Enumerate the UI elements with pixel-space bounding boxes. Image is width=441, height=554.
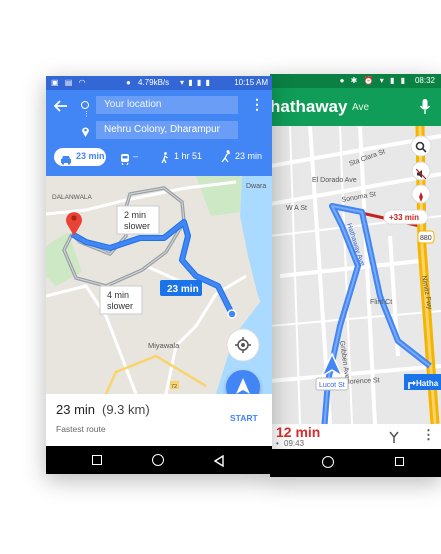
route-duration: 23 min — [56, 402, 96, 417]
directions-map[interactable]: DALANWALA Dwara Miyawala 72 2 min slower… — [46, 176, 272, 394]
eta-duration: 12 min — [276, 424, 321, 440]
back-arrow-icon[interactable] — [53, 99, 68, 112]
home-button-icon[interactable] — [322, 456, 334, 468]
route-summary-sheet[interactable]: 23 min (9.3 km) Fastest route START — [46, 394, 272, 446]
origin-input[interactable]: Your location — [96, 96, 238, 114]
label-miyawala: Miyawala — [148, 341, 180, 350]
home-button-icon[interactable] — [152, 454, 164, 466]
destination-pin-icon — [81, 124, 90, 137]
mode-drive-tab[interactable]: 23 min — [54, 148, 106, 166]
recents-button-icon[interactable] — [92, 455, 102, 465]
status-time: 10:15 AM — [234, 78, 268, 87]
alt-route-2-time: 4 min — [107, 290, 129, 300]
label-dalanwala: DALANWALA — [52, 194, 93, 201]
ride-hailing-icon[interactable] — [221, 150, 232, 163]
destination-input[interactable]: Nehru Colony, Dharampur — [96, 121, 238, 139]
status-network-speed: 4.79kB/s — [138, 78, 170, 87]
traffic-delay-badge[interactable]: +33 min — [389, 213, 419, 222]
origin-dot-icon — [81, 101, 89, 109]
mute-icon[interactable] — [415, 166, 427, 180]
mode-drive-time: 23 min — [76, 151, 105, 161]
street-name: hathaway — [270, 97, 348, 116]
status-icons: ● ✱ ⏰ ▾ ▮ ▮ — [339, 76, 407, 85]
android-nav-bar — [270, 449, 441, 477]
microphone-icon[interactable] — [419, 98, 431, 116]
more-options-icon[interactable]: ⋮ — [250, 96, 264, 113]
status-bar: 08:32 ● ✱ ⏰ ▾ ▮ ▮ — [270, 74, 441, 88]
street-suffix: Ave — [352, 102, 370, 113]
label-flint-ct: Flint Ct — [370, 299, 392, 306]
arrival-time: 09:43 — [284, 439, 305, 448]
label-el-dorado: El Dorado Ave — [312, 177, 357, 184]
route-subtitle: Fastest route — [56, 424, 106, 434]
directions-header: ⋮ Your location Nehru Colony, Dharampur … — [46, 90, 272, 176]
android-nav-bar — [46, 446, 272, 474]
destination-input-text: Nehru Colony, Dharampur — [104, 124, 220, 135]
compass-icon[interactable] — [416, 189, 426, 202]
label-dwara: Dwara — [246, 183, 266, 190]
status-bar: ▣ ▤ ◠ ● 4.79kB/s ▾ ▮ ▮ ▮ 10:15 AM — [46, 76, 272, 90]
car-icon — [60, 152, 72, 165]
alt-route-1-time: 2 min — [124, 210, 146, 220]
mode-walk-time[interactable]: 1 hr 51 — [174, 151, 202, 161]
interstate-shield: 880 — [420, 235, 432, 242]
search-icon[interactable] — [415, 140, 427, 153]
label-lucot: Lucot St — [319, 382, 345, 389]
turn-right-icon — [407, 376, 417, 389]
more-options-icon[interactable]: ⋮ — [422, 427, 435, 443]
status-time: 08:32 — [414, 76, 435, 85]
mode-ride-time[interactable]: 23 min — [235, 151, 262, 161]
alt-route-2-slower: slower — [107, 301, 133, 311]
directions-phone-screen: ▣ ▤ ◠ ● 4.79kB/s ▾ ▮ ▮ ▮ 10:15 AM ⋮ Your… — [46, 76, 272, 474]
start-button-label[interactable]: START — [230, 413, 258, 423]
signal-icons: ▾ ▮ ▮ ▮ — [180, 78, 211, 87]
origin-marker — [227, 309, 237, 319]
route-distance: (9.3 km) — [102, 402, 150, 417]
navigation-header: hathaway Ave — [270, 88, 441, 126]
route-dots: ⋮ — [83, 111, 90, 118]
main-route-time: 23 min — [167, 284, 199, 295]
recents-button-icon[interactable] — [395, 457, 404, 466]
transit-icon[interactable] — [120, 152, 130, 166]
next-turn-street[interactable]: Hatha — [416, 379, 439, 388]
label-road-72: 72 — [171, 384, 177, 390]
back-button-icon[interactable] — [213, 454, 224, 468]
notification-icons: ▣ ▤ ◠ — [51, 78, 88, 87]
eta-panel[interactable]: 12 min • 09:43 ⋮ — [270, 424, 441, 449]
alt-route-1-slower: slower — [124, 221, 150, 231]
walk-icon[interactable] — [161, 151, 169, 164]
navigation-arrow-icon — [236, 378, 250, 394]
navigation-phone-screen: 08:32 ● ✱ ⏰ ▾ ▮ ▮ hathaway Ave El Dorado… — [270, 74, 441, 477]
origin-input-text: Your location — [104, 99, 162, 110]
transit-unavailable-dash: – — [133, 151, 139, 161]
label-wa-st: W A St — [286, 205, 307, 212]
arrival-dot: • — [276, 439, 279, 448]
location-icon: ● — [126, 78, 131, 87]
alternate-routes-icon[interactable] — [388, 430, 400, 443]
